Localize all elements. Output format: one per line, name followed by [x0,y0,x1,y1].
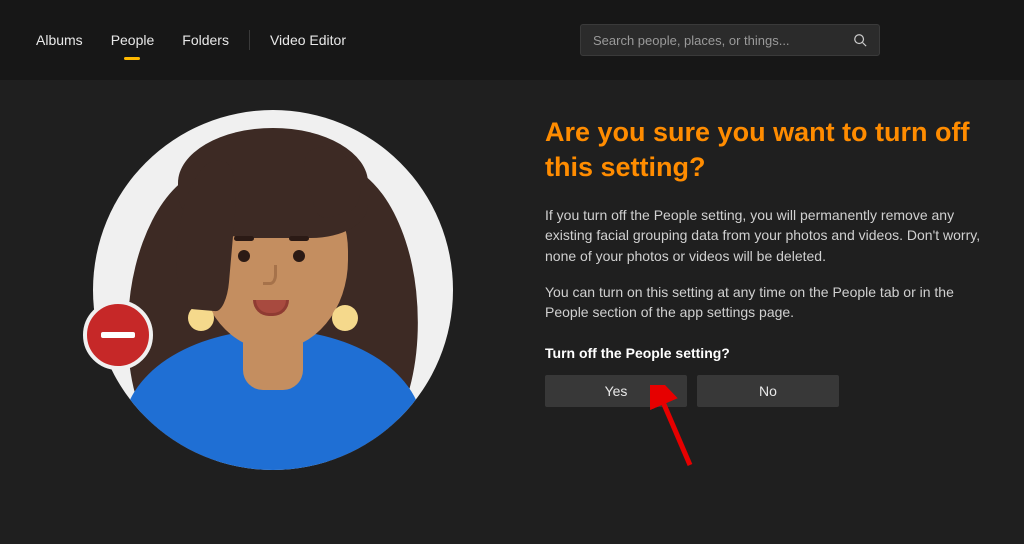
text-column: Are you sure you want to turn off this s… [545,110,1024,470]
button-row: Yes No [545,375,1004,407]
dialog-question: Turn off the People setting? [545,345,1004,361]
no-button[interactable]: No [697,375,839,407]
nav-tab-people[interactable]: People [97,24,169,56]
search-box[interactable] [580,24,880,56]
dialog-paragraph-2: You can turn on this setting at any time… [545,282,995,323]
nav-tabs: Albums People Folders Video Editor [22,24,360,56]
content: Are you sure you want to turn off this s… [0,80,1024,470]
remove-icon [83,300,153,370]
nav-tab-albums[interactable]: Albums [22,24,97,56]
top-bar: Albums People Folders Video Editor [0,0,1024,80]
nav-tab-video-editor[interactable]: Video Editor [256,24,360,56]
avatar-illustration [93,110,453,470]
nav-divider [249,30,250,50]
search-icon [853,33,867,47]
search-input[interactable] [593,33,845,48]
avatar-circle [93,110,453,470]
dialog-heading: Are you sure you want to turn off this s… [545,115,1004,185]
illustration-column [0,110,545,470]
yes-button[interactable]: Yes [545,375,687,407]
nav-tab-folders[interactable]: Folders [168,24,243,56]
dialog-paragraph-1: If you turn off the People setting, you … [545,205,995,266]
